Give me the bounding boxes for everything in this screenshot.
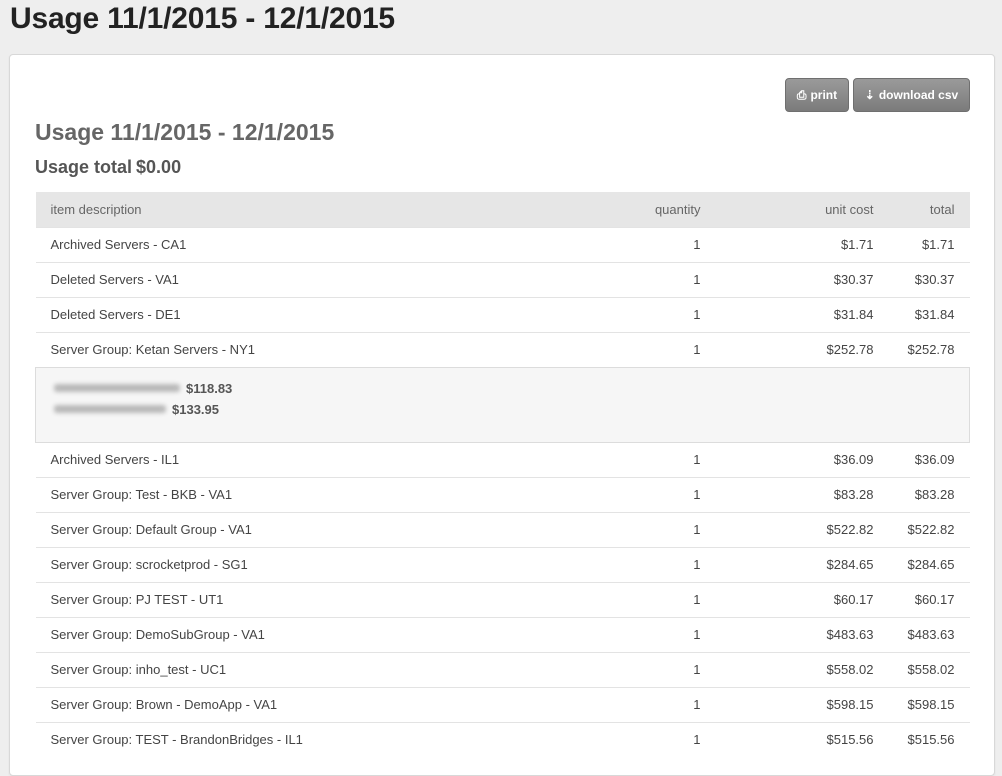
cell-unit-cost: $31.84 [715,296,889,332]
cell-total: $558.02 [888,651,970,687]
cell-description: Deleted Servers - VA1 [35,261,521,297]
table-row: Archived Servers - CA1 1 $1.71 $1.71 [35,226,970,262]
cell-quantity: 1 [520,296,716,332]
table-row: Server Group: inho_test - UC1 1 $558.02 $55… [35,651,970,687]
usage-total-value: $0.00 [136,157,182,177]
cell-total: $31.84 [888,296,970,332]
table-row: Deleted Servers - VA1 1 $30.37 $30.37 [35,261,970,297]
table-body: Archived Servers - CA1 1 $1.71 $1.71 Deleted… [35,226,970,757]
cell-description: Server Group: TEST - BrandonBridges - IL… [35,721,521,757]
cell-quantity: 1 [520,581,716,617]
cell-quantity: 1 [520,616,716,652]
table-header-row: item description quantity unit cost tota… [35,192,970,227]
cell-description: Server Group: Brown - DemoApp - VA1 [35,686,521,722]
cell-total: $252.78 [888,331,970,367]
cell-total: $284.65 [888,546,970,582]
cell-description: Server Group: inho_test - UC1 [35,651,521,687]
cell-unit-cost: $30.37 [715,261,889,297]
cell-unit-cost: $598.15 [715,686,889,722]
table-row: Server Group: Default Group - VA1 1 $522.8… [35,511,970,547]
cell-unit-cost: $36.09 [715,441,889,477]
cell-quantity: 1 [520,686,716,722]
redacted-server-name [54,384,180,392]
cell-unit-cost: $60.17 [715,581,889,617]
cell-quantity: 1 [520,331,716,367]
cell-description: Deleted Servers - DE1 [35,296,521,332]
table-row: Server Group: Ketan Servers - NY1 1 $252.7… [35,331,970,367]
cell-quantity: 1 [520,226,716,262]
cell-description: Server Group: scrocketprod - SG1 [35,546,521,582]
cell-total: $522.82 [888,511,970,547]
table-row: Server Group: Brown - DemoApp - VA1 1 $598… [35,686,970,722]
cell-quantity: 1 [520,546,716,582]
group-detail-row: $118.83 $133.95 [35,366,970,443]
cell-quantity: 1 [520,261,716,297]
cell-quantity: 1 [520,651,716,687]
cell-unit-cost: $284.65 [715,546,889,582]
header-total: total [929,201,955,217]
cell-unit-cost: $522.82 [715,511,889,547]
cell-unit-cost: $515.56 [715,721,889,757]
cell-quantity: 1 [520,511,716,547]
cell-quantity: 1 [520,441,716,477]
cell-total: $515.56 [888,721,970,757]
redacted-server-name [54,405,166,413]
cell-description: Archived Servers - IL1 [35,441,521,477]
cell-total: $598.15 [888,686,970,722]
cell-description: Server Group: DemoSubGroup - VA1 [35,616,521,652]
cell-total: $1.71 [888,226,970,262]
header-quantity: quantity [654,201,701,217]
print-label: print [810,88,838,102]
printer-icon: ⎙ [796,88,807,102]
header-item-description: item description [50,201,142,217]
group-detail-cell: $118.83 $133.95 [35,366,970,443]
print-button[interactable]: ⎙ print [785,78,849,112]
cell-description: Archived Servers - CA1 [35,226,521,262]
table-row: Server Group: DemoSubGroup - VA1 1 $483.63… [35,616,970,652]
download-icon: ⇣ [864,88,875,102]
usage-table: item description quantity unit cost tota… [35,192,970,757]
cell-description: Server Group: PJ TEST - UT1 [35,581,521,617]
page-title: Usage 11/1/2015 - 12/1/2015 [10,2,395,35]
download-csv-label: download csv [878,88,959,102]
download-csv-button[interactable]: ⇣ download csv [853,78,970,112]
detail-value: $133.95 [172,401,219,417]
cell-total: $30.37 [888,261,970,297]
usage-total-label: Usage total [35,157,133,177]
table-row: Server Group: scrocketprod - SG1 1 $284.65… [35,546,970,582]
detail-value: $118.83 [186,380,233,396]
header-unit-cost: unit cost [825,201,874,217]
cell-description: Server Group: Ketan Servers - NY1 [35,331,521,367]
usage-total: Usage total $0.00 [35,157,181,178]
cell-unit-cost: $558.02 [715,651,889,687]
cell-total: $36.09 [888,441,970,477]
usage-heading: Usage 11/1/2015 - 12/1/2015 [35,119,335,145]
table-row: Archived Servers - IL1 1 $36.09 $36.09 [35,441,970,477]
table-row: Deleted Servers - DE1 1 $31.84 $31.84 [35,296,970,332]
cell-description: Server Group: Test - BKB - VA1 [35,476,521,512]
table-row: Server Group: PJ TEST - UT1 1 $60.17 $60.17 [35,581,970,617]
cell-unit-cost: $252.78 [715,331,889,367]
table-row: Server Group: Test - BKB - VA1 1 $83.28 $83… [35,476,970,512]
cell-description: Server Group: Default Group - VA1 [35,511,521,547]
cell-quantity: 1 [520,721,716,757]
cell-total: $83.28 [888,476,970,512]
cell-unit-cost: $1.71 [715,226,889,262]
cell-unit-cost: $483.63 [715,616,889,652]
cell-quantity: 1 [520,476,716,512]
cell-total: $483.63 [888,616,970,652]
detail-line: $133.95 [54,402,969,417]
cell-unit-cost: $83.28 [715,476,889,512]
detail-line: $118.83 [54,381,969,396]
table-row: Server Group: TEST - BrandonBridges - IL… [35,721,970,757]
cell-total: $60.17 [888,581,970,617]
